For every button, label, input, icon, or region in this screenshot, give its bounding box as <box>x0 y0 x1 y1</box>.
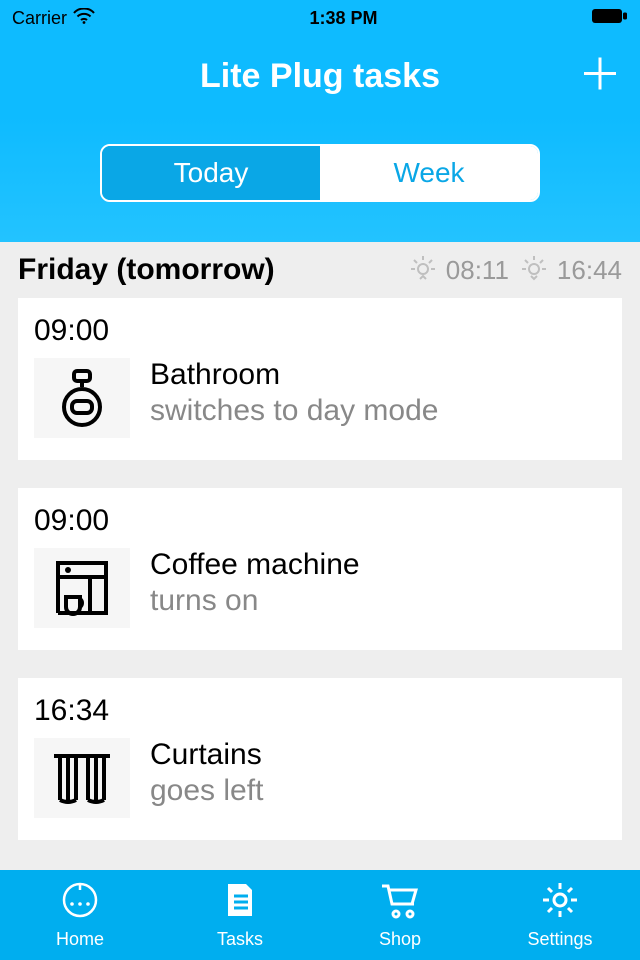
task-time: 09:00 <box>34 314 606 348</box>
tab-settings[interactable]: Settings <box>480 870 640 960</box>
tab-today[interactable]: Today <box>102 146 320 200</box>
task-card[interactable]: 16:34 Curtains goes left <box>18 678 622 840</box>
add-button[interactable] <box>580 54 620 99</box>
page-title: Lite Plug tasks <box>200 57 440 96</box>
shop-icon <box>378 880 422 925</box>
tab-shop-label: Shop <box>379 929 421 950</box>
settings-icon <box>540 880 580 925</box>
tab-bar: Home Tasks Shop <box>0 870 640 960</box>
sunset-time: 16:44 <box>557 255 622 286</box>
task-action: turns on <box>150 584 360 618</box>
sunset-indicator: 16:44 <box>517 253 622 288</box>
sunrise-time: 08:11 <box>446 255 509 286</box>
sunrise-icon <box>406 253 440 288</box>
tab-tasks-label: Tasks <box>217 929 263 950</box>
carrier-label: Carrier <box>12 8 67 29</box>
wifi-icon <box>73 8 95 29</box>
task-card[interactable]: 09:00 Coffee machine turns on <box>18 488 622 650</box>
task-time: 09:00 <box>34 504 606 538</box>
sunset-icon <box>517 253 551 288</box>
status-bar: Carrier 1:38 PM <box>0 0 640 36</box>
bottle-icon <box>34 358 130 438</box>
tab-week[interactable]: Week <box>320 146 538 200</box>
task-time: 16:34 <box>34 694 606 728</box>
tab-shop[interactable]: Shop <box>320 870 480 960</box>
segment-area: Today Week <box>0 116 640 242</box>
task-name: Coffee machine <box>150 548 360 582</box>
tab-today-label: Today <box>174 157 249 189</box>
task-name: Bathroom <box>150 358 438 392</box>
task-name: Curtains <box>150 738 263 772</box>
tab-home-label: Home <box>56 929 104 950</box>
day-title: Friday (tomorrow) <box>18 253 275 287</box>
status-time: 1:38 PM <box>309 8 377 29</box>
segmented-control: Today Week <box>100 144 540 202</box>
coffee-machine-icon <box>34 548 130 628</box>
tab-week-label: Week <box>393 157 464 189</box>
battery-icon <box>592 8 628 29</box>
sunrise-indicator: 08:11 <box>406 253 509 288</box>
tasks-icon <box>222 880 258 925</box>
day-header: Friday (tomorrow) 08:11 <box>0 242 640 298</box>
task-list: 09:00 Bathroom switches to day mode 09:0… <box>0 298 640 840</box>
task-action: switches to day mode <box>150 394 438 428</box>
home-icon <box>60 880 100 925</box>
app-header: Lite Plug tasks <box>0 36 640 116</box>
tab-home[interactable]: Home <box>0 870 160 960</box>
tab-tasks[interactable]: Tasks <box>160 870 320 960</box>
tab-settings-label: Settings <box>527 929 592 950</box>
task-action: goes left <box>150 774 263 808</box>
curtains-icon <box>34 738 130 818</box>
task-card[interactable]: 09:00 Bathroom switches to day mode <box>18 298 622 460</box>
